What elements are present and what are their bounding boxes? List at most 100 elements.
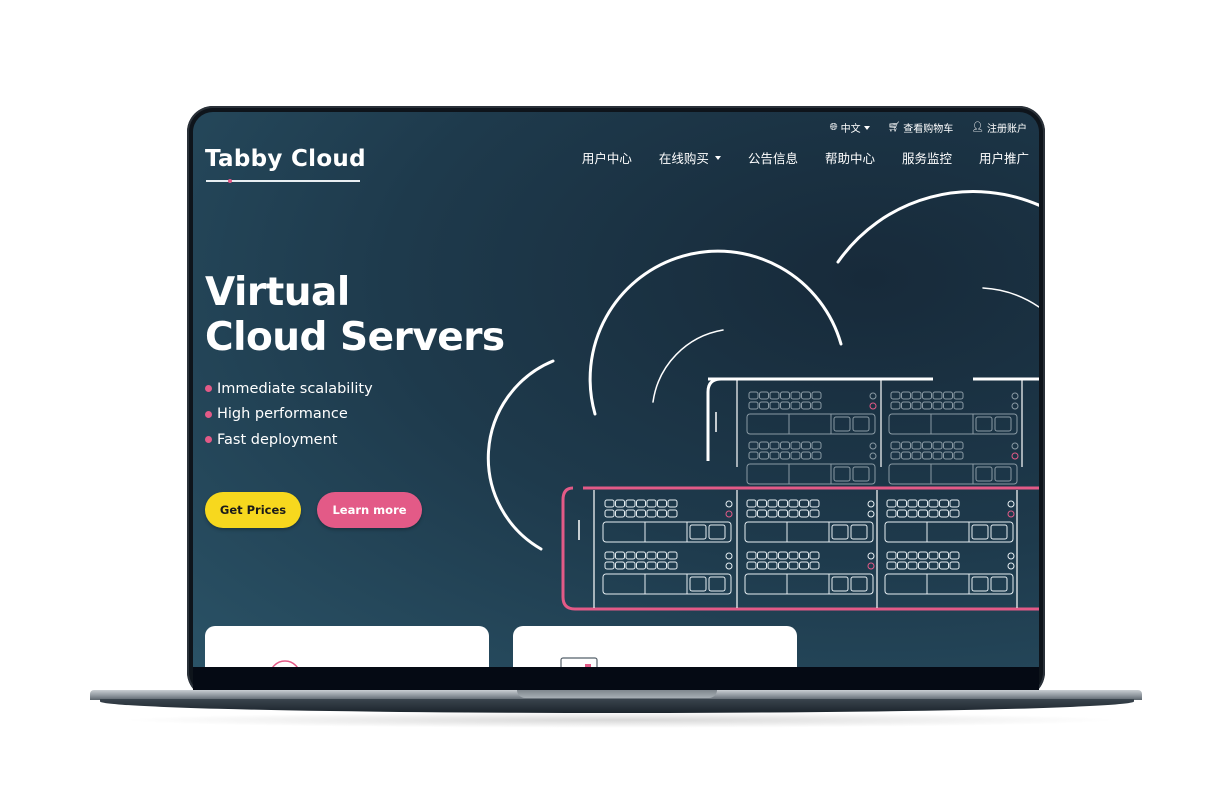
nav-label: 公告信息: [747, 151, 798, 166]
rack-key: [911, 441, 922, 450]
rack-key: [604, 561, 615, 570]
feature-list: Immediate scalability High performance F…: [205, 376, 373, 453]
register-link[interactable]: 👤︎ 注册账户: [971, 120, 1027, 135]
rack-key: [657, 551, 667, 560]
cloud-arc-center-inner: [652, 329, 724, 403]
rack-key: [943, 401, 953, 410]
rack-led: [1007, 552, 1015, 560]
rack-led: [725, 562, 733, 570]
rack-key: [615, 499, 625, 508]
feature-card[interactable]: [205, 626, 489, 667]
rack-key: [918, 561, 928, 570]
rack-slot: [852, 416, 870, 432]
rack-key: [646, 561, 657, 570]
rack-key: [778, 499, 788, 508]
brand-logo[interactable]: Tabby Cloud: [205, 146, 366, 172]
rack-key: [790, 441, 801, 450]
rack-key: [667, 499, 678, 508]
rack-key: [780, 441, 790, 450]
rack-key: [625, 561, 636, 570]
rack-key: [615, 561, 625, 570]
rack-led: [869, 402, 877, 410]
cart-icon: 🛒︎: [887, 122, 901, 133]
rack-key: [886, 561, 897, 570]
cloud-arc-top-right: [836, 190, 1039, 264]
browser-screen: 🌐︎ 中文 🛒︎ 查看购物车 👤︎ 注册账户 Tabby Cloud 用户中心 …: [193, 112, 1039, 667]
rack-key: [922, 451, 932, 460]
rack-key: [949, 561, 960, 570]
rack-key: [636, 561, 646, 570]
rack-key: [811, 451, 822, 460]
rack-key: [615, 509, 625, 518]
rack-key: [907, 551, 918, 560]
screen-bezel-bottom: [193, 667, 1039, 691]
rack-key: [918, 499, 928, 508]
rack-key: [780, 451, 790, 460]
rack-key: [939, 499, 949, 508]
rack-key: [809, 499, 820, 508]
rack-key: [759, 441, 769, 450]
rack-led: [867, 552, 875, 560]
feature-item: Immediate scalability: [205, 376, 373, 402]
card-icon-server: [560, 657, 598, 667]
rack-key: [799, 561, 809, 570]
nav-item-user-center[interactable]: 用户中心: [582, 148, 632, 167]
rack-slot: [708, 524, 726, 540]
logo-dot: [228, 179, 232, 183]
rack-left-edge: [706, 377, 753, 461]
rack-key: [811, 441, 822, 450]
rack-key: [636, 509, 646, 518]
rack-key: [667, 551, 678, 560]
nav-item-buy-online[interactable]: 在线购买: [659, 148, 721, 167]
rack-key: [897, 561, 907, 570]
rack-key: [911, 401, 922, 410]
rack-slot: [831, 576, 849, 592]
rack-key: [788, 509, 799, 518]
rack-key: [746, 561, 757, 570]
rack-key: [886, 499, 897, 508]
get-prices-button[interactable]: Get Prices: [205, 492, 301, 528]
rack-key: [932, 401, 943, 410]
rack-key: [801, 401, 811, 410]
rack-key: [890, 401, 901, 410]
nav-item-help-center[interactable]: 帮助中心: [825, 148, 875, 167]
rack-key: [790, 451, 801, 460]
rack-key: [757, 499, 767, 508]
rack-key: [790, 391, 801, 400]
nav-label: 在线购买: [658, 151, 709, 166]
rack-key: [769, 391, 780, 400]
rack-key: [757, 509, 767, 518]
nav-item-announcements[interactable]: 公告信息: [748, 148, 798, 167]
rack-key: [769, 401, 780, 410]
feature-card[interactable]: [513, 626, 797, 667]
rack-key: [759, 401, 769, 410]
rack-key: [886, 509, 897, 518]
rack-slot: [708, 576, 726, 592]
nav-item-affiliate[interactable]: 用户推广: [979, 148, 1029, 167]
learn-more-button[interactable]: Learn more: [317, 492, 422, 528]
view-cart-link[interactable]: 🛒︎ 查看购物车: [888, 120, 954, 135]
rack-key: [897, 499, 907, 508]
rack-key: [932, 451, 943, 460]
bullet-dot-icon: [205, 385, 212, 393]
rack-key: [953, 401, 964, 410]
rack-key: [943, 441, 953, 450]
rack-key: [748, 441, 759, 450]
rack-slot: [990, 524, 1008, 540]
register-label: 注册账户: [987, 124, 1027, 135]
language-selector[interactable]: 🌐︎ 中文: [830, 120, 870, 135]
rack-led: [725, 500, 733, 508]
rack-slot: [975, 416, 993, 432]
rack-key: [886, 551, 897, 560]
nav-item-service-monitor[interactable]: 服务监控: [902, 148, 952, 167]
rack-key: [799, 499, 809, 508]
rack-key: [790, 401, 801, 410]
rack-key: [922, 391, 932, 400]
nav-label: 帮助中心: [824, 151, 875, 166]
laptop-hinge-notch: [517, 690, 717, 698]
rack-key: [949, 499, 960, 508]
rack-key: [911, 451, 922, 460]
rack-key: [748, 451, 759, 460]
cloud-arc-large-left: [486, 359, 555, 551]
rack-key: [811, 391, 822, 400]
